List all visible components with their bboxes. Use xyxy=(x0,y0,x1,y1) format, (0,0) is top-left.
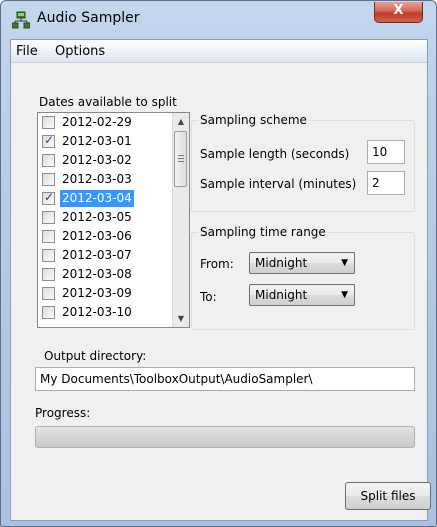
date-item[interactable]: 2012-03-10 xyxy=(39,304,171,321)
date-checkbox[interactable]: ✓ xyxy=(42,190,55,205)
sampling-scheme-group: Sampling scheme Sample length (seconds) … xyxy=(191,113,415,212)
date-label: 2012-03-01 xyxy=(62,134,132,148)
date-checkbox[interactable] xyxy=(42,249,55,262)
sample-length-label: Sample length (seconds) xyxy=(200,147,350,161)
date-checkbox[interactable] xyxy=(42,306,55,319)
date-checkbox[interactable]: ✓ xyxy=(42,133,55,148)
date-label: 2012-03-06 xyxy=(62,229,132,243)
date-checkbox[interactable] xyxy=(42,116,55,129)
date-checkbox[interactable] xyxy=(42,287,55,300)
date-item[interactable]: 2012-02-29 xyxy=(39,114,171,131)
sampling-time-range-title: Sampling time range xyxy=(198,225,328,239)
date-label: 2012-03-10 xyxy=(62,305,132,319)
date-checkbox[interactable] xyxy=(42,173,55,186)
sample-interval-input[interactable]: 2 xyxy=(367,171,405,195)
scroll-thumb[interactable] xyxy=(174,131,187,187)
date-item[interactable]: ✓ 2012-03-01 xyxy=(39,133,171,150)
date-checkbox[interactable] xyxy=(42,268,55,281)
title-bar[interactable]: Audio Sampler X xyxy=(1,1,436,39)
dates-scrollbar[interactable]: ▲ ▼ xyxy=(172,113,189,327)
output-directory-label: Output directory: xyxy=(44,349,147,363)
menu-options[interactable]: Options xyxy=(55,44,105,59)
date-label: 2012-02-29 xyxy=(62,115,132,129)
output-directory-input[interactable]: My Documents\ToolboxOutput\AudioSampler\ xyxy=(35,367,415,391)
date-item[interactable]: ✓ 2012-03-04 xyxy=(39,190,171,207)
from-select[interactable]: Midnight ▼ xyxy=(249,252,355,274)
to-label: To: xyxy=(200,290,217,304)
date-label: 2012-03-03 xyxy=(62,172,132,186)
checkmark-icon: ✓ xyxy=(44,133,55,147)
chevron-down-icon: ▼ xyxy=(341,258,348,268)
sampling-time-range-group: Sampling time range From: Midnight ▼ To:… xyxy=(191,225,415,330)
split-files-button[interactable]: Split files xyxy=(345,482,431,510)
checkmark-icon: ✓ xyxy=(44,190,55,204)
menu-bar: File Options xyxy=(11,40,427,63)
scroll-down-icon[interactable]: ▼ xyxy=(173,310,189,327)
progress-label: Progress: xyxy=(35,406,91,420)
progress-bar xyxy=(35,426,415,448)
dates-checklist[interactable]: 2012-02-29 ✓ 2012-03-01 2012-03-02 2012-03-0… xyxy=(37,112,190,328)
window-title: Audio Sampler xyxy=(37,10,140,26)
date-label: 2012-03-09 xyxy=(62,286,132,300)
date-item[interactable]: 2012-03-09 xyxy=(39,285,171,302)
date-item[interactable]: 2012-03-07 xyxy=(39,247,171,264)
app-window: Audio Sampler X File Options Dates avail… xyxy=(0,0,437,527)
client-area: File Options Dates available to split 20… xyxy=(10,39,431,521)
date-label: 2012-03-05 xyxy=(62,210,132,224)
sampling-scheme-title: Sampling scheme xyxy=(198,113,309,127)
date-checkbox[interactable] xyxy=(42,211,55,224)
scroll-up-icon[interactable]: ▲ xyxy=(173,113,189,130)
from-label: From: xyxy=(200,257,234,271)
date-label: 2012-03-04 xyxy=(60,190,134,207)
date-item[interactable]: 2012-03-06 xyxy=(39,228,171,245)
date-label: 2012-03-08 xyxy=(62,267,132,281)
to-select[interactable]: Midnight ▼ xyxy=(249,284,355,306)
date-label: 2012-03-02 xyxy=(62,153,132,167)
network-app-icon xyxy=(11,11,31,29)
sample-interval-label: Sample interval (minutes) xyxy=(200,177,357,191)
date-checkbox[interactable] xyxy=(42,154,55,167)
date-item[interactable]: 2012-03-03 xyxy=(39,171,171,188)
dates-label: Dates available to split xyxy=(39,95,177,109)
date-item[interactable]: 2012-03-05 xyxy=(39,209,171,226)
date-label: 2012-03-07 xyxy=(62,248,132,262)
close-icon: X xyxy=(393,3,404,18)
sample-length-input[interactable]: 10 xyxy=(367,140,405,164)
date-item[interactable]: 2012-03-08 xyxy=(39,266,171,283)
from-select-value: Midnight xyxy=(255,256,308,270)
date-checkbox[interactable] xyxy=(42,230,55,243)
chevron-down-icon: ▼ xyxy=(341,290,348,300)
to-select-value: Midnight xyxy=(255,288,308,302)
close-button[interactable]: X xyxy=(374,2,423,23)
menu-file[interactable]: File xyxy=(16,44,38,59)
date-item[interactable]: 2012-03-02 xyxy=(39,152,171,169)
